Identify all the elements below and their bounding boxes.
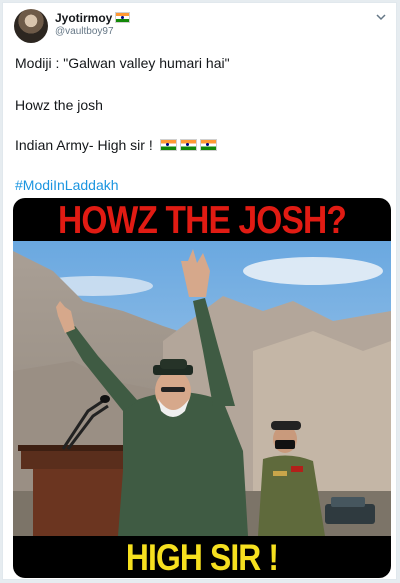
user-handle[interactable]: @vaultboy97 — [55, 26, 114, 37]
meme-photo — [13, 241, 391, 536]
meme-bottom-text: HIGH SIR ! — [39, 536, 365, 578]
avatar[interactable] — [14, 9, 48, 43]
user-name[interactable]: Jyotirmoy — [55, 11, 131, 25]
tweet-text-line-3-text: Indian Army- High sir ! — [15, 137, 153, 153]
tweet-text-line-2: Howz the josh — [15, 97, 103, 113]
india-flag-icon — [115, 12, 131, 23]
tweet-card[interactable]: Jyotirmoy @vaultboy97 Modiji : "Galwan v… — [2, 2, 397, 580]
chevron-down-icon[interactable] — [374, 10, 388, 24]
hashtag-link[interactable]: #ModiInLaddakh — [15, 177, 119, 193]
tweet-media-image[interactable]: HOWZ THE JOSH? HIGH SIR ! — [13, 198, 391, 578]
tweet-text-line-3: Indian Army- High sir ! — [15, 137, 217, 153]
meme-top-text: HOWZ THE JOSH? — [39, 198, 365, 242]
india-flag-icon — [179, 139, 197, 151]
tweet-text-line-1: Modiji : "Galwan valley humari hai" — [15, 55, 230, 71]
india-flag-icon — [199, 139, 217, 151]
user-name-text[interactable]: Jyotirmoy — [55, 11, 112, 25]
india-flag-icon — [159, 139, 177, 151]
